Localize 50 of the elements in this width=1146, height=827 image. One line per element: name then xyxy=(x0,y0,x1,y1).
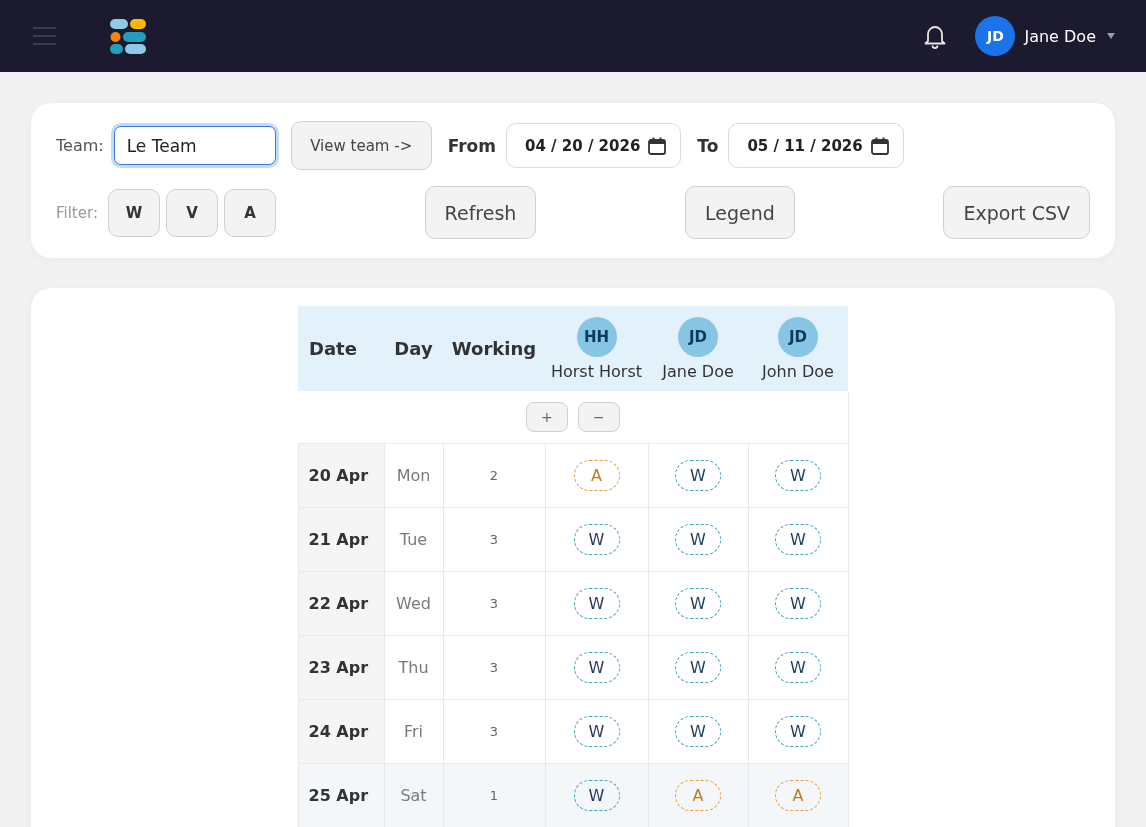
table-cell: Wed xyxy=(384,571,443,636)
caret-icon[interactable] xyxy=(1107,33,1115,39)
table-cell: 21 Apr xyxy=(298,507,384,572)
column-header: Day xyxy=(384,306,443,391)
column-header: Date xyxy=(298,306,384,391)
table-cell: 22 Apr xyxy=(298,571,384,636)
member-avatar: HH xyxy=(576,316,617,357)
export-csv-button[interactable]: Export CSV xyxy=(943,186,1090,239)
table-cell: 25 Apr xyxy=(298,763,384,827)
table-cell: 2 xyxy=(443,443,545,508)
table-cell: 3 xyxy=(443,635,545,700)
filter-button[interactable]: W xyxy=(107,188,160,237)
table-cell: 20 Apr xyxy=(298,443,384,508)
table-cell: 3 xyxy=(443,571,545,636)
table-cell: Tue xyxy=(384,507,443,572)
table-cell: 23 Apr xyxy=(298,635,384,700)
table-cell: Sat xyxy=(384,763,443,827)
member-avatar: JD xyxy=(678,316,718,357)
table-cell: Mon xyxy=(384,443,443,508)
table-cell: 3 xyxy=(443,507,545,572)
to-label: To xyxy=(697,135,719,156)
calendar-icon[interactable] xyxy=(870,136,889,155)
user-avatar[interactable]: JD xyxy=(975,16,1016,56)
filter-label: Filter: xyxy=(56,203,98,222)
table-cell: 1 xyxy=(443,763,545,827)
team-input[interactable]: Le Team xyxy=(113,126,276,165)
calendar-icon[interactable] xyxy=(648,136,667,155)
from-date-field[interactable]: 04 / 20 / 2026 xyxy=(506,123,682,168)
refresh-button[interactable]: Refresh xyxy=(424,186,537,239)
table-cell: Thu xyxy=(384,635,443,700)
user-name[interactable]: Jane Doe xyxy=(1024,26,1096,46)
to-date-field[interactable]: 05 / 11 / 2026 xyxy=(728,123,904,168)
bell-icon[interactable] xyxy=(923,23,948,49)
zoom-button[interactable]: − xyxy=(577,402,620,432)
legend-button[interactable]: Legend xyxy=(685,186,795,239)
member-avatar: JD xyxy=(778,316,818,357)
zoom-button[interactable]: + xyxy=(525,402,568,432)
from-label: From xyxy=(447,135,496,156)
logo-icon[interactable] xyxy=(110,18,146,54)
filter-button[interactable]: A xyxy=(223,188,276,237)
team-label: Team: xyxy=(56,136,104,155)
table-cell: 3 xyxy=(443,699,545,764)
member-name: John Doe xyxy=(760,361,835,381)
filter-button[interactable]: V xyxy=(165,188,218,237)
member-name: Jane Doe xyxy=(660,361,735,381)
table-cell: 24 Apr xyxy=(298,699,384,764)
column-header: Working xyxy=(443,306,545,391)
view-team-button[interactable]: View team -> xyxy=(290,121,432,170)
member-name: Horst Horst xyxy=(549,361,644,381)
table-cell: Fri xyxy=(384,699,443,764)
